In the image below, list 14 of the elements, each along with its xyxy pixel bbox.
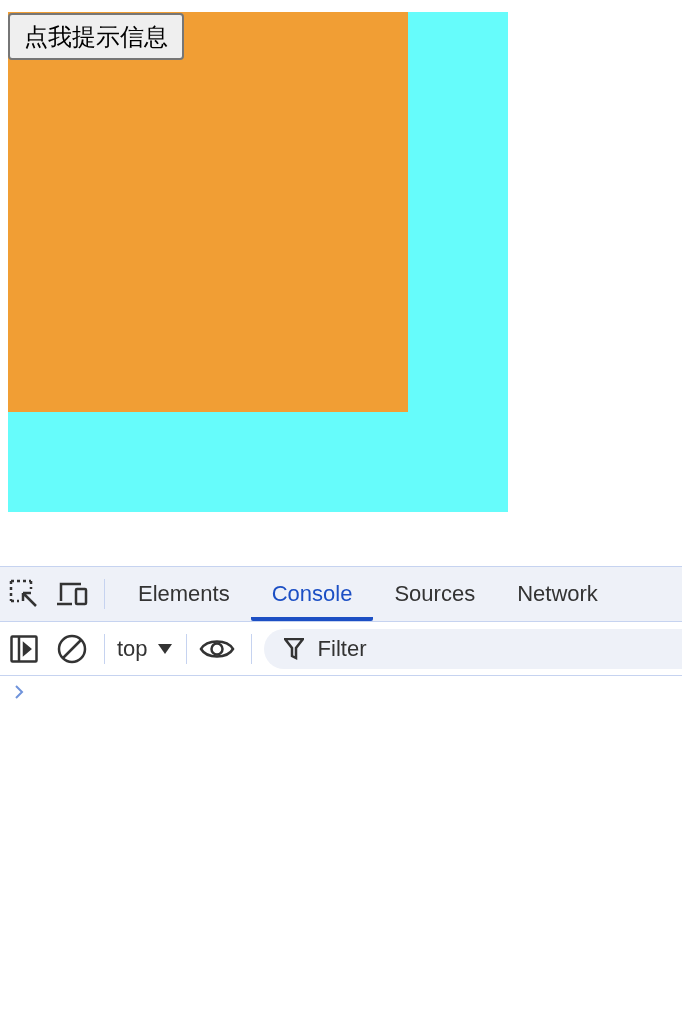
devtools-tab[interactable]: Elements [117,567,251,621]
context-dropdown[interactable]: top [117,635,172,662]
clear-icon[interactable] [57,633,87,664]
caret-icon [157,643,172,654]
devtools-tab[interactable]: Console [250,567,374,621]
alert-button[interactable]: 点我提示信息 [8,13,184,60]
inspect-icon[interactable] [9,579,39,609]
devtools-tab[interactable]: Sources [373,567,497,621]
filter-icon [283,637,304,660]
sidebar-icon[interactable] [10,634,38,663]
chevron-icon [14,684,24,700]
devtools-tab[interactable]: Network [496,567,619,621]
filter-field[interactable]: Filter [263,628,682,669]
device-icon[interactable] [56,581,88,607]
